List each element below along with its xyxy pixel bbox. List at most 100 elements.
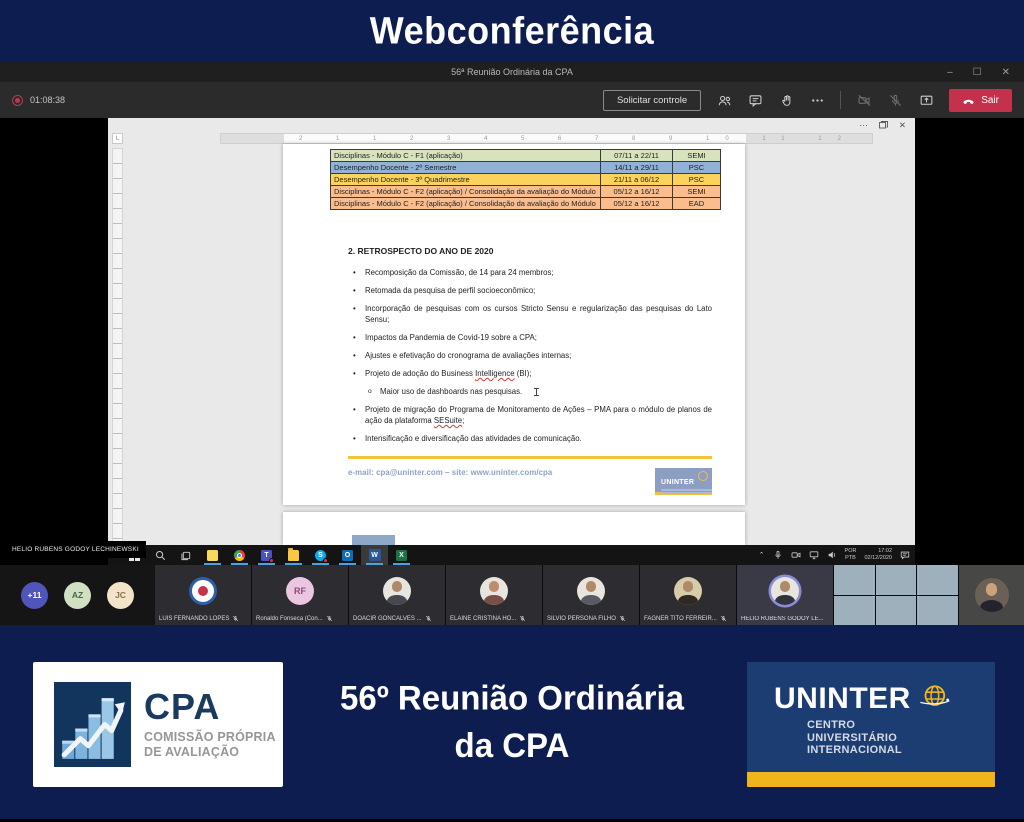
raise-hand-icon[interactable] — [778, 92, 794, 108]
word-window: ⋯ ✕ L 2 1 1 2 3 4 5 6 7 8 9 10 11 12 13 … — [108, 118, 915, 545]
mic-muted-icon — [326, 615, 333, 622]
hangup-icon — [962, 94, 975, 107]
vertical-ruler — [112, 148, 123, 545]
close-icon[interactable]: ✕ — [1002, 67, 1010, 78]
table-cell-activity: Disciplinas - Módulo C - F2 (aplicação) … — [331, 186, 601, 198]
ruler-tabstop[interactable]: L — [112, 133, 123, 144]
avatar: RF — [286, 577, 314, 605]
participant-tile[interactable]: ELAINE CRISTINA HO... — [446, 565, 542, 625]
globe-icon — [915, 682, 953, 716]
tray-clock[interactable]: 17:0202/12/2020 — [864, 548, 892, 561]
cpa-stairs-icon — [54, 682, 131, 767]
taskbar-row: HELIO RUBENS GODOY LECHINEWSKI T S O W X… — [0, 545, 1024, 565]
taskbar-app-explorer[interactable] — [280, 545, 307, 565]
participant-tile[interactable]: DOACIR GONCALVES ... — [349, 565, 445, 625]
tray-volume-icon[interactable] — [827, 550, 837, 560]
leave-button[interactable]: Sair — [949, 89, 1012, 112]
meeting-titlebar: 56ª Reunião Ordinária da CPA – ☐ ✕ — [0, 62, 1024, 82]
uninter-subtitle-line3: INTERNACIONAL — [807, 744, 995, 757]
table-row: Desempenho Docente - 2º Semestre 14/11 a… — [331, 162, 721, 174]
participant-tile[interactable]: RF Ronaldo Fonseca (Con... — [252, 565, 348, 625]
avatar[interactable]: JC — [107, 582, 134, 609]
table-cell-period: 07/11 a 22/11 — [601, 150, 673, 162]
event-title-line1: 56º Reunião Ordinária — [340, 674, 684, 722]
request-control-button[interactable]: Solicitar controle — [603, 90, 701, 111]
list-item: Projeto de adoção do Business Intelligen… — [365, 368, 712, 379]
horizontal-ruler: 2 1 1 2 3 4 5 6 7 8 9 10 11 12 13 14 15 … — [220, 133, 873, 144]
webconference-banner: Webconferência — [0, 0, 1024, 62]
mic-muted-icon — [519, 615, 526, 622]
participant-name: HELIO RUBENS GODOY LE... — [741, 616, 824, 622]
taskbar-app-teams[interactable]: T — [253, 545, 280, 565]
meeting-toolbar: 01:08:38 Solicitar controle Sair — [0, 82, 1024, 118]
participant-tile[interactable] — [959, 565, 1024, 625]
search-icon[interactable] — [147, 545, 173, 565]
word-restore-icon[interactable] — [879, 121, 888, 129]
taskbar-app-skype[interactable]: S — [307, 545, 334, 565]
system-tray: ⌃ PORPTB 17:0202/12/2020 — [759, 545, 915, 565]
table-cell-activity: Disciplinas - Módulo C - F1 (aplicação) — [331, 150, 601, 162]
list-item: Recomposição da Comissão, de 14 para 24 … — [365, 267, 712, 278]
list-item: Intensificação e diversificação das ativ… — [365, 433, 712, 444]
table-row: Desempenho Docente - 3º Quadrimestre 21/… — [331, 174, 721, 186]
taskbar-app-excel[interactable]: X — [388, 545, 415, 565]
event-banner: CPA COMISSÃO PRÓPRIA DE AVALIAÇÃO 56º Re… — [0, 625, 1024, 819]
document-page-1[interactable]: Disciplinas - Módulo C - F1 (aplicação) … — [283, 144, 745, 505]
participant-name: SILVIO PERSONA FILHO — [547, 616, 616, 622]
table-cell-period: 05/12 a 16/12 — [601, 186, 673, 198]
misspelled-word: Intelligence — [475, 369, 514, 378]
uninter-logo: UNINTER CENTRO UNIVERSITÁRIO INTERNACION… — [747, 662, 995, 787]
word-close-icon[interactable]: ✕ — [899, 121, 906, 130]
table-cell-modality: SEMI — [673, 186, 721, 198]
text-cursor — [536, 388, 537, 396]
participant-name: LUIS FERNANDO LOPES — [159, 616, 229, 622]
word-more-icon[interactable]: ⋯ — [859, 121, 868, 130]
tray-notifications-icon[interactable] — [900, 550, 910, 560]
more-participants-avatar[interactable]: +11 — [21, 582, 48, 609]
uninter-subtitle-line1: CENTRO — [807, 719, 995, 732]
tray-mic-icon[interactable] — [773, 550, 783, 560]
gallery-video-tile[interactable] — [834, 565, 958, 625]
participant-tile[interactable]: FAGNER TITO FERREIR... — [640, 565, 736, 625]
participants-icon[interactable] — [716, 92, 732, 108]
bullet-list: Recomposição da Comissão, de 14 para 24 … — [365, 267, 712, 444]
maximize-icon[interactable]: ☐ — [973, 67, 982, 78]
toolbar-divider — [840, 91, 841, 109]
table-cell-period: 14/11 a 29/11 — [601, 162, 673, 174]
avatar-speaking — [771, 577, 799, 605]
tray-display-icon[interactable] — [809, 550, 819, 560]
recording-dot-icon — [12, 95, 23, 106]
task-view-icon[interactable] — [173, 545, 199, 565]
taskbar-app-chrome[interactable] — [226, 545, 253, 565]
recording-timer: 01:08:38 — [30, 95, 65, 105]
tray-camera-icon[interactable] — [791, 550, 801, 560]
tray-language[interactable]: PORPTB — [845, 548, 857, 561]
taskbar-app-sticky-notes[interactable] — [199, 545, 226, 565]
document-page-2[interactable] — [283, 512, 745, 545]
participant-tile[interactable]: SILVIO PERSONA FILHO — [543, 565, 639, 625]
taskbar-app-word[interactable]: W — [361, 545, 388, 565]
meeting-window-title: 56ª Reunião Ordinária da CPA — [0, 67, 1024, 77]
uninter-gold-bar — [747, 772, 995, 787]
camera-off-icon[interactable] — [856, 92, 872, 108]
taskbar-app-outlook[interactable]: O — [334, 545, 361, 565]
tray-expand-icon[interactable]: ⌃ — [759, 551, 765, 559]
footer-separator — [348, 456, 712, 459]
table-row: Disciplinas - Módulo C - F1 (aplicação) … — [331, 150, 721, 162]
uninter-wordmark: UNINTER — [774, 684, 911, 714]
participant-tile-speaking[interactable]: HELIO RUBENS GODOY LE... — [737, 565, 833, 625]
share-screen-icon[interactable] — [918, 92, 934, 108]
recording-indicator: 01:08:38 — [12, 95, 65, 106]
participant-name: FAGNER TITO FERREIR... — [644, 616, 717, 622]
minimize-icon[interactable]: – — [947, 67, 953, 78]
avatar[interactable]: AZ — [64, 582, 91, 609]
next-page-table-fragment — [352, 535, 395, 545]
participant-tile[interactable]: LUIS FERNANDO LOPES — [155, 565, 251, 625]
avatar — [975, 578, 1009, 612]
more-options-icon[interactable] — [809, 92, 825, 108]
participant-name: DOACIR GONCALVES ... — [353, 616, 422, 622]
avatar — [480, 577, 508, 605]
chat-icon[interactable] — [747, 92, 763, 108]
table-cell-modality: PSC — [673, 162, 721, 174]
mic-off-icon[interactable] — [887, 92, 903, 108]
